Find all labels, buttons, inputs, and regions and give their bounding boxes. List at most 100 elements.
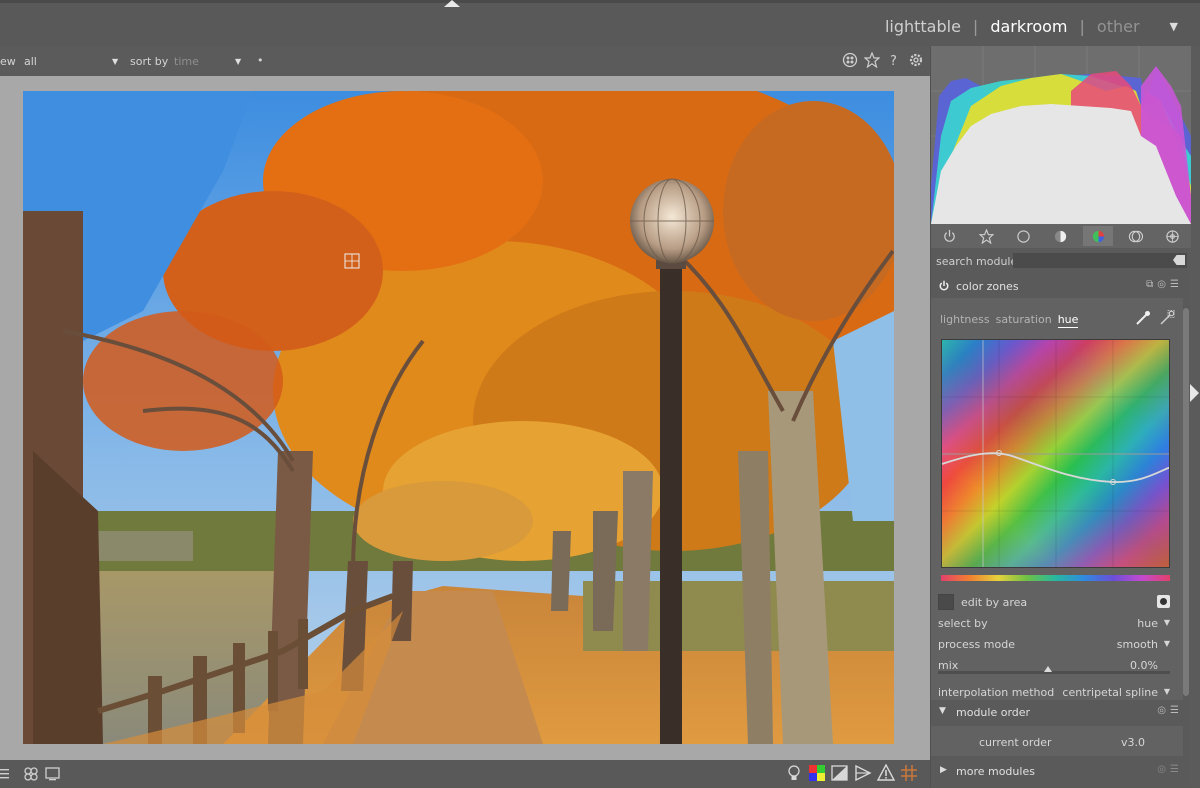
sort-by-dropdown-icon[interactable]: ▼ [235,57,241,66]
view-filter-label: ew [0,55,16,68]
tab-effect[interactable] [1157,226,1187,246]
menu-icon[interactable] [0,765,18,783]
reset-icon[interactable]: ◎ [1157,705,1166,716]
tab-color[interactable] [1083,226,1114,246]
edit-by-area-label: edit by area [961,596,1028,609]
tab-correct[interactable] [1120,226,1150,246]
module-group-tabs [931,224,1191,248]
clear-search-icon[interactable] [1173,255,1185,265]
expand-down-icon[interactable]: ▼ [939,706,946,716]
grouping-icon[interactable] [842,52,858,68]
multi-instance-icon[interactable]: ⧉ [1146,279,1153,290]
sort-by-label: sort by [130,55,169,68]
histogram[interactable] [931,46,1191,224]
reset-icon[interactable]: ◎ [1157,279,1166,290]
tone-icon [1055,230,1067,242]
view-other[interactable]: other [1097,17,1140,36]
presets-menu-icon[interactable]: ☰ [1170,705,1179,716]
autumn-photo[interactable] [23,91,894,744]
panel-scrollbar-thumb[interactable] [1183,308,1189,696]
view-separator: | [1079,17,1085,36]
collapse-top-arrow-icon[interactable] [444,0,460,7]
current-order-value: v3.0 [1121,736,1146,749]
base-icon [1017,229,1031,243]
effect-icon [1166,229,1179,243]
power-icon [944,229,955,242]
bulb-icon[interactable] [785,764,803,782]
view-filter-value[interactable]: all [24,55,37,68]
hue-curve-graph[interactable] [941,339,1170,568]
bottom-bar [0,760,930,788]
center-view[interactable] [0,76,930,760]
svg-text:?: ? [890,54,897,68]
process-mode-row[interactable]: process mode smooth ▼ [938,636,1170,654]
collapse-right-arrow-icon[interactable] [1190,384,1199,402]
filter-bar: ew all ▼ sort by time ▼ • ? [0,46,930,76]
process-mode-label: process mode [938,638,1015,651]
process-mode-value[interactable]: smooth [1117,638,1158,651]
tab-tone[interactable] [1046,226,1076,246]
view-lighttable[interactable]: lighttable [885,17,961,36]
guides-icon[interactable] [854,764,872,782]
presets-icon[interactable] [22,765,40,783]
display-icon[interactable] [44,765,62,783]
grid-icon[interactable] [900,764,918,782]
panel-scrollbar[interactable] [1183,308,1189,696]
color-picker-area-icon[interactable] [1159,310,1175,326]
module-power-icon[interactable] [938,280,950,292]
module-order-header[interactable]: ▼ module order ◎ ☰ [931,700,1183,724]
search-module-row: search module [931,250,1191,270]
edit-by-area-toggle[interactable] [1157,595,1170,608]
presets-menu-icon[interactable]: ☰ [1170,279,1179,290]
select-by-row[interactable]: select by hue ▼ [938,615,1170,633]
mix-slider-handle[interactable] [1044,666,1052,672]
favorites-icon [979,228,995,244]
tab-hue[interactable]: hue [1057,313,1079,328]
view-separator: | [972,17,979,36]
sort-by-value[interactable]: time [174,55,199,68]
gamut-icon[interactable] [831,764,849,782]
current-order-label: current order [979,736,1052,749]
sort-order-toggle[interactable]: • [257,54,264,67]
help-icon[interactable]: ? [886,52,902,68]
color-zones-header[interactable]: color zones ⧉ ◎ ☰ [931,274,1183,298]
gear-icon[interactable] [908,52,924,68]
more-modules-title: more modules [956,765,1035,778]
color-zones-tabs: lightness saturation hue [940,313,1079,328]
histogram-canvas [931,46,1191,224]
reset-icon[interactable]: ◎ [1157,764,1166,775]
process-mode-dropdown-icon[interactable]: ▼ [1164,639,1170,648]
tab-active-modules[interactable] [935,226,965,246]
mix-row[interactable]: mix 0.0% [938,657,1170,681]
presets-menu-icon[interactable]: ☰ [1170,764,1179,775]
top-bar: lighttable | darkroom | other ▼ [0,0,1200,46]
select-by-dropdown-icon[interactable]: ▼ [1164,618,1170,627]
select-by-label: select by [938,617,988,630]
softproof-icon[interactable] [808,764,826,782]
tab-base[interactable] [1009,226,1039,246]
view-switcher: lighttable | darkroom | other ▼ [885,17,1178,36]
view-darkroom[interactable]: darkroom [990,17,1067,36]
star-icon[interactable] [864,52,880,68]
edit-by-area-row[interactable]: edit by area [938,594,1170,612]
mix-slider[interactable] [938,666,1170,674]
expand-right-icon[interactable]: ▶ [940,765,947,775]
interpolation-value[interactable]: centripetal spline [1062,686,1158,699]
tab-saturation[interactable]: saturation [996,313,1052,328]
color-picker-icon[interactable] [1135,310,1151,326]
interpolation-dropdown-icon[interactable]: ▼ [1164,687,1170,696]
edit-by-area-swatch[interactable] [938,594,954,610]
warning-icon[interactable] [877,764,895,782]
module-order-title: module order [956,706,1031,719]
color-icon [1092,230,1104,242]
view-filter-dropdown-icon[interactable]: ▼ [112,57,118,66]
hue-reference-strip [941,575,1170,581]
tab-lightness[interactable]: lightness [940,313,990,328]
correct-icon [1128,230,1143,242]
tab-favorites[interactable] [972,226,1002,246]
more-modules-header[interactable]: ▶ more modules ◎ ☰ [931,759,1183,783]
interpolation-label: interpolation method [938,686,1055,699]
view-dropdown-icon[interactable]: ▼ [1170,20,1178,33]
select-by-value[interactable]: hue [1137,617,1158,630]
search-module-input[interactable] [1013,253,1187,268]
